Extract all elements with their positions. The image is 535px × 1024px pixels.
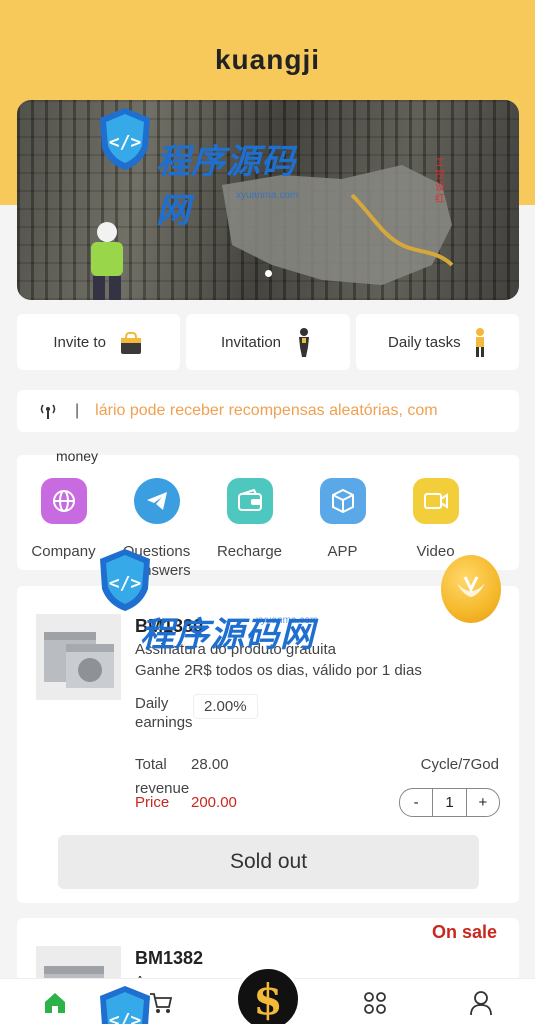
invitation-button[interactable]: Invitation (186, 314, 350, 370)
wallet-icon (226, 478, 273, 524)
menu-label: Company (31, 543, 96, 560)
daily-earnings-value: 2.00% (193, 694, 258, 719)
product-image (36, 614, 121, 700)
person-icon (299, 328, 310, 357)
broadcast-icon (40, 404, 56, 419)
status-badge: On sale (431, 922, 497, 942)
cycle-text: Cycle/7God (420, 756, 499, 773)
overflow-text: money (56, 448, 99, 464)
dollar-center-button[interactable]: $ (235, 966, 301, 1024)
product-name: BM1382 (135, 948, 204, 968)
company-menu-item[interactable]: Company (17, 478, 110, 580)
recharge-menu-item[interactable]: Recharge (203, 478, 296, 580)
profile-tab[interactable] (467, 989, 495, 1017)
notice-bar[interactable]: | lário pode receber recompensas aleatór… (17, 390, 519, 432)
menu-label: Questions d answers (122, 543, 191, 579)
cube-icon (319, 478, 366, 524)
notice-text: lário pode receber recompensas aleatória… (95, 402, 438, 419)
invite-to-button[interactable]: Invite to (17, 314, 181, 370)
dollar-icon: $ (253, 974, 283, 1024)
quick-link-label: Invite to (53, 333, 106, 351)
increase-button[interactable]: + (467, 789, 499, 816)
cart-tab[interactable] (147, 989, 175, 1017)
menu-label: APP (327, 543, 358, 560)
menu-label: Recharge (216, 543, 283, 560)
app-menu-item[interactable]: APP (296, 478, 389, 580)
quick-links: Invite to Invitation Daily tasks (17, 314, 519, 370)
cart-icon (150, 993, 173, 1013)
worker-figure (91, 222, 123, 300)
decrease-button[interactable]: - (400, 789, 432, 816)
video-icon (412, 478, 459, 524)
discover-icon (364, 992, 386, 1014)
user-icon (470, 991, 492, 1016)
home-icon (45, 993, 65, 1013)
standing-person-icon (475, 328, 484, 357)
banner-carousel[interactable]: 工控设红 (17, 100, 519, 300)
discover-tab[interactable] (361, 989, 389, 1017)
product-name: BM1380 (135, 616, 204, 636)
quick-link-label: Invitation (220, 333, 282, 351)
page-title: kuangji (214, 44, 320, 75)
quantity-value[interactable]: 1 (432, 789, 467, 816)
daily-tasks-button[interactable]: Daily tasks (355, 314, 519, 370)
total-revenue-value: 28.00 (191, 756, 229, 773)
questions-menu-item[interactable]: Questions d answers (110, 478, 203, 580)
carousel-indicator (17, 264, 519, 282)
product-description-detail: Ganhe 2R$ todos os dias, válido por 1 di… (135, 662, 422, 679)
floating-coin-icon[interactable] (441, 555, 501, 623)
notice-separator: | (75, 402, 80, 419)
product-description: Assinatura do produto gratuita (135, 641, 336, 658)
banner-sign: 工控设红 (435, 158, 445, 205)
home-tab[interactable] (41, 989, 69, 1017)
sold-out-button[interactable]: Sold out (58, 835, 479, 889)
globe-icon (40, 478, 87, 524)
quick-link-label: Daily tasks (388, 333, 461, 351)
price-value: 200.00 (191, 794, 237, 811)
quantity-stepper: - 1 + (399, 788, 500, 817)
telegram-icon (133, 478, 180, 524)
gift-bag-icon (120, 331, 141, 354)
product-card: BM1380 So Assinatura do produto gratuita… (17, 586, 519, 903)
price-label: Price (135, 794, 170, 811)
